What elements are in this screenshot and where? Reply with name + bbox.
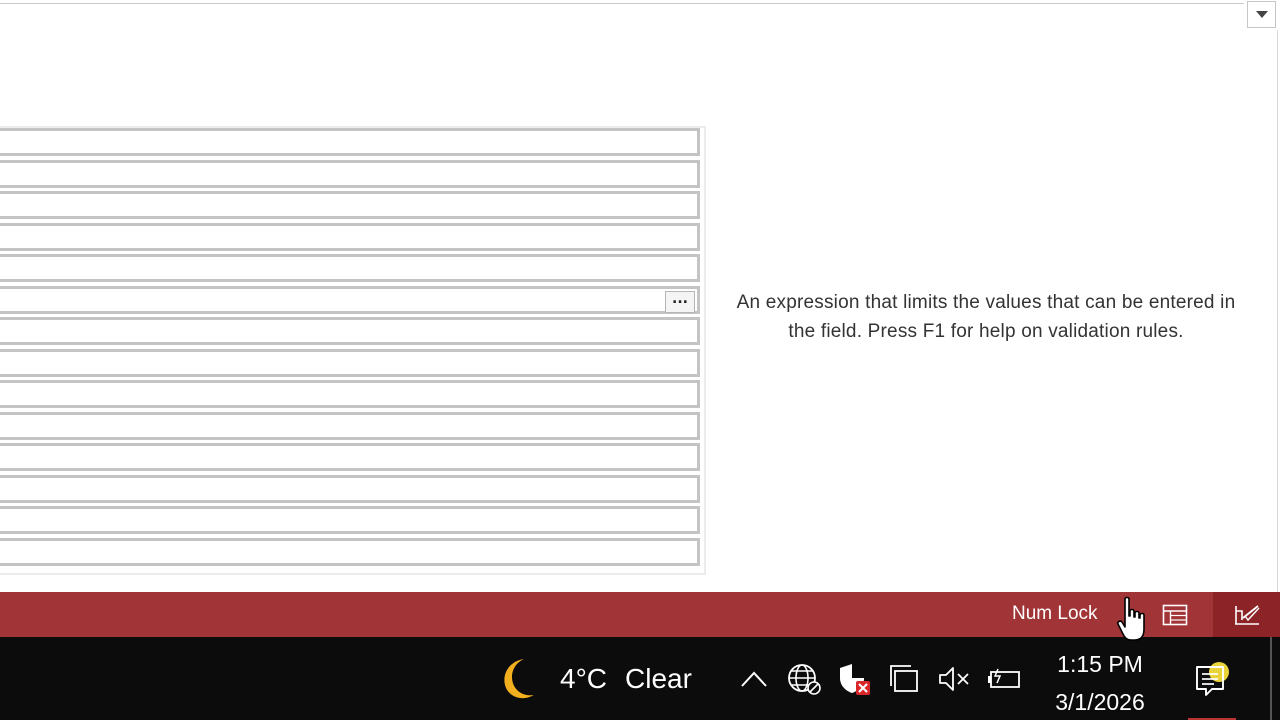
chevron-up-icon [741,671,767,687]
property-row[interactable] [0,412,700,440]
weather-widget[interactable]: 4°C Clear [494,655,692,703]
property-row[interactable] [0,254,700,282]
property-row[interactable] [0,160,700,188]
show-hidden-icons-button[interactable] [736,663,772,695]
clock[interactable]: 1:15 PM 3/1/2026 [1040,645,1160,720]
property-help-text: An expression that limits the values tha… [736,292,1236,342]
weather-temperature: 4°C [560,663,607,694]
property-row[interactable] [0,223,700,251]
property-row[interactable] [0,191,700,219]
expression-builder-button[interactable]: ... [665,291,695,313]
design-view-button[interactable] [1213,592,1280,637]
copy-icon [890,665,918,692]
battery-button[interactable] [986,663,1022,695]
hand-pointer-cursor [1117,596,1145,641]
field-properties-grid: ... [0,126,706,575]
copy-button[interactable] [886,663,922,695]
status-bar: Num Lock [0,592,1280,637]
notification-icon [1196,662,1229,696]
property-row-validation-rule[interactable]: ... [0,286,700,314]
datasheet-view-button[interactable] [1158,598,1192,632]
weather-condition: Clear [625,663,692,694]
volume-button[interactable] [936,663,972,695]
network-button[interactable] [786,663,822,695]
clock-time: 1:15 PM [1057,651,1143,677]
chevron-down-icon [1255,11,1268,18]
top-strip [0,0,1244,4]
network-icon [788,664,821,695]
notification-center-button[interactable] [1188,655,1236,703]
property-row[interactable] [0,443,700,471]
show-desktop-button[interactable] [1270,637,1272,720]
battery-icon [988,668,1020,688]
speaker-muted-icon [939,667,969,691]
property-row[interactable] [0,538,700,566]
clock-date: 3/1/2026 [1055,689,1145,715]
property-row[interactable] [0,380,700,408]
security-icon [840,664,870,695]
num-lock-indicator: Num Lock [1012,603,1098,624]
security-button[interactable] [836,663,872,695]
datasheet-view-icon [1162,604,1188,626]
taskbar: 4°C Clear 1:15 PM 3/1/2026 [0,637,1280,720]
divider [1277,30,1278,592]
property-row[interactable] [0,317,700,345]
property-row[interactable] [0,128,700,156]
property-row[interactable] [0,349,700,377]
property-row[interactable] [0,506,700,534]
moon-icon [504,659,534,699]
access-window: ... An expression that limits the values… [0,0,1280,720]
design-view-icon [1234,604,1260,625]
scroll-down-button[interactable] [1247,1,1276,28]
property-row[interactable] [0,475,700,503]
